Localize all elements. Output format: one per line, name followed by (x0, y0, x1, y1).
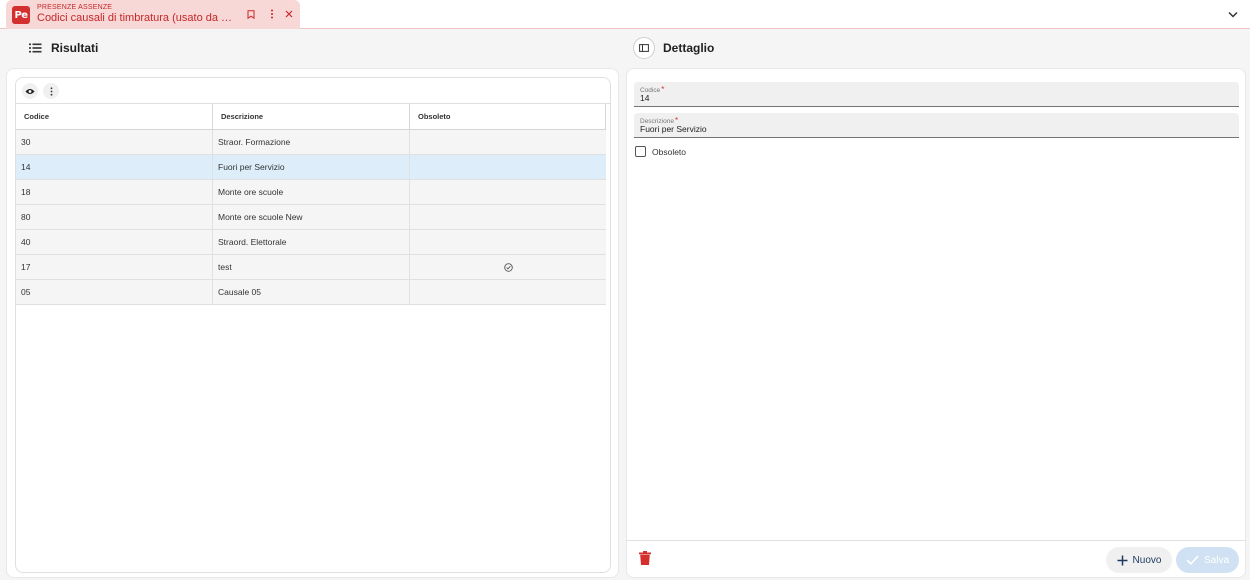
table-row[interactable]: 17 test (16, 255, 606, 280)
delete-button[interactable] (639, 551, 653, 569)
new-button-label: Nuovo (1132, 554, 1162, 566)
cell-descrizione: Fuori per Servizio (213, 155, 410, 179)
cell-descrizione: Straord. Elettorale (213, 230, 410, 254)
footer-divider (627, 540, 1245, 541)
new-button[interactable]: Nuovo (1106, 547, 1172, 573)
cell-descrizione: test (213, 255, 410, 279)
cell-obsoleto (410, 180, 606, 204)
obsoleto-label: Obsoleto (652, 146, 687, 157)
close-icon[interactable] (282, 7, 296, 21)
tab-title: Codici causali di timbratura (usato da e… (37, 12, 233, 24)
cell-descrizione: Monte ore scuole New (213, 205, 410, 229)
codice-field[interactable]: Codice* (634, 82, 1239, 107)
column-header-codice[interactable]: Codice (16, 104, 213, 129)
more-vert-icon[interactable] (265, 7, 279, 21)
cell-obsoleto (410, 255, 606, 279)
app-logo: Pe (12, 6, 30, 24)
column-header-obsoleto[interactable]: Obsoleto (410, 104, 606, 129)
results-header: Risultati (24, 36, 98, 60)
tab-app-name: PRESENZE ASSENZE (37, 4, 113, 11)
grid-more-icon[interactable] (43, 83, 59, 99)
grid-header: Codice Descrizione Obsoleto (16, 104, 606, 130)
obsoleto-checkbox[interactable] (635, 146, 646, 157)
app-tab[interactable]: Pe PRESENZE ASSENZE Codici causali di ti… (6, 0, 300, 29)
trash-icon (639, 551, 651, 565)
cell-obsoleto (410, 155, 606, 179)
cell-codice: 14 (16, 155, 213, 179)
table-row[interactable]: 80 Monte ore scuole New (16, 205, 606, 230)
chevron-down-icon[interactable] (1226, 7, 1240, 21)
cell-descrizione: Straor. Formazione (213, 130, 410, 154)
bookmark-icon[interactable] (244, 7, 258, 21)
descrizione-input[interactable] (640, 124, 1220, 134)
table-row[interactable]: 30 Straor. Formazione (16, 130, 606, 155)
check-circle-icon (503, 262, 513, 272)
cell-obsoleto (410, 205, 606, 229)
codice-input[interactable] (640, 93, 1220, 103)
results-panel: Codice Descrizione Obsoleto 30 Straor. Fo… (6, 68, 619, 578)
descrizione-field[interactable]: Descrizione* (634, 113, 1239, 138)
save-button-label: Salva (1203, 554, 1229, 566)
column-header-descrizione[interactable]: Descrizione (213, 104, 410, 129)
grid-toolbar (16, 78, 610, 104)
table-row[interactable]: 40 Straord. Elettorale (16, 230, 606, 255)
list-icon (24, 37, 46, 59)
cell-codice: 30 (16, 130, 213, 154)
results-title: Risultati (51, 41, 99, 55)
cell-codice: 18 (16, 180, 213, 204)
table-row[interactable]: 05 Causale 05 (16, 280, 606, 305)
tab-bar: Pe PRESENZE ASSENZE Codici causali di ti… (0, 0, 1250, 29)
detail-header: Dettaglio (633, 36, 714, 60)
obsoleto-checkbox-row[interactable]: Obsoleto (635, 146, 686, 157)
cell-obsoleto (410, 130, 606, 154)
cell-descrizione: Monte ore scuole (213, 180, 410, 204)
cell-obsoleto (410, 280, 606, 304)
eye-icon[interactable] (22, 83, 38, 99)
save-button[interactable]: Salva (1176, 547, 1239, 573)
check-icon (1186, 555, 1199, 565)
grid-body: 30 Straor. Formazione 14 Fuori per Servizio… (16, 130, 606, 305)
detail-title: Dettaglio (663, 41, 715, 55)
plus-icon (1117, 555, 1128, 565)
cell-descrizione: Causale 05 (213, 280, 410, 304)
table-row[interactable]: 14 Fuori per Servizio (16, 155, 606, 180)
panel-icon[interactable] (633, 37, 655, 59)
detail-panel: Codice* Descrizione* Obsoleto Nuovo Salv… (626, 68, 1246, 578)
table-row[interactable]: 18 Monte ore scuole (16, 180, 606, 205)
cell-obsoleto (410, 230, 606, 254)
cell-codice: 17 (16, 255, 213, 279)
cell-codice: 80 (16, 205, 213, 229)
results-grid: Codice Descrizione Obsoleto 30 Straor. Fo… (15, 77, 611, 573)
cell-codice: 05 (16, 280, 213, 304)
cell-codice: 40 (16, 230, 213, 254)
